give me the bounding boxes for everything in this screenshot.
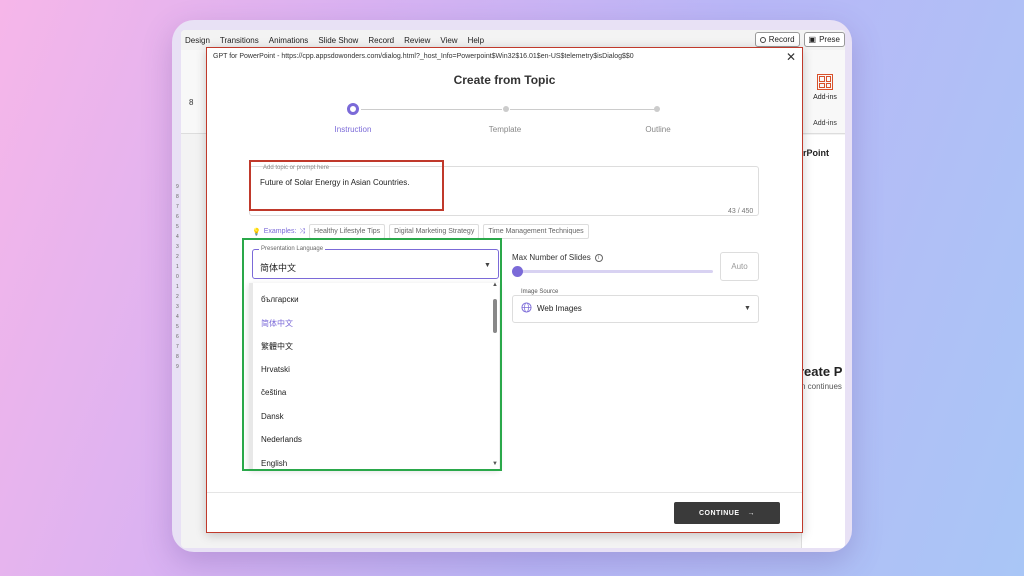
max-slides-label: Max Number of Slides i — [512, 253, 603, 262]
ruler-mark: 6 — [176, 214, 179, 220]
present-button-label: Prese — [819, 35, 840, 44]
step-connector — [510, 109, 658, 110]
ruler-mark: 4 — [176, 314, 179, 320]
examples-label-text: Examples: — [263, 228, 297, 235]
ruler-mark: 3 — [176, 244, 179, 250]
ruler-mark: 5 — [176, 324, 179, 330]
task-pane-continue-text: n continues — [801, 382, 842, 391]
ruler-mark: 9 — [176, 364, 179, 370]
image-source-label: Image Source — [519, 289, 561, 295]
step-instruction-indicator — [347, 103, 359, 115]
example-chip[interactable]: Healthy Lifestyle Tips — [309, 224, 386, 239]
language-highlight — [242, 238, 502, 471]
examples-row: 💡 Examples: ⤨ Healthy Lifestyle Tips Dig… — [252, 224, 589, 239]
ruler-mark: 1 — [176, 264, 179, 270]
addins-icon — [817, 74, 833, 90]
gpt-dialog: GPT for PowerPoint - https://cpp.appsdow… — [206, 47, 803, 533]
record-button[interactable]: Record — [754, 32, 800, 47]
max-slides-slider[interactable] — [517, 270, 713, 273]
step-connector — [361, 109, 502, 110]
ruler-mark: 2 — [176, 254, 179, 260]
ruler-mark: 6 — [176, 334, 179, 340]
menu-design[interactable]: Design — [181, 36, 215, 45]
example-chip[interactable]: Time Management Techniques — [483, 224, 589, 239]
ruler-mark: 7 — [176, 204, 179, 210]
chevron-down-icon: ▼ — [744, 305, 751, 312]
ruler-mark: 2 — [176, 294, 179, 300]
menu-help[interactable]: Help — [463, 36, 489, 45]
step-template-indicator — [503, 106, 509, 112]
menu-slide-show[interactable]: Slide Show — [313, 36, 363, 45]
lightbulb-icon: 💡 — [252, 228, 261, 236]
max-slides-auto-field[interactable]: Auto — [720, 252, 759, 281]
ruler-mark: 4 — [176, 234, 179, 240]
footer-divider — [207, 492, 802, 493]
addins-group-label: Add-ins — [813, 120, 837, 127]
step-outline-indicator — [654, 106, 660, 112]
topic-char-counter: 43 / 450 — [728, 208, 754, 215]
ruler-mark: 0 — [176, 274, 179, 280]
ruler-mark: 8 — [176, 354, 179, 360]
image-source-value: Web Images — [537, 304, 582, 313]
step-instruction-label[interactable]: Instruction — [313, 125, 393, 134]
continue-button[interactable]: CONTINUE → — [674, 502, 780, 524]
continue-button-label: CONTINUE — [698, 509, 740, 517]
step-outline-label[interactable]: Outline — [618, 125, 698, 134]
dialog-heading: Create from Topic — [453, 73, 556, 87]
task-pane — [801, 135, 845, 548]
vertical-ruler: 9 8 7 6 5 4 3 2 1 0 1 2 3 4 5 6 7 8 9 — [176, 182, 186, 482]
ruler-mark: 9 — [176, 184, 179, 190]
addins-label: Add-ins — [813, 94, 837, 101]
shuffle-icon[interactable]: ⤨ — [299, 228, 305, 236]
stepper — [347, 102, 667, 116]
menu-transitions[interactable]: Transitions — [215, 36, 264, 45]
close-icon[interactable]: ✕ — [786, 50, 796, 64]
present-icon: ▣ — [808, 35, 817, 44]
ruler-mark: 3 — [176, 304, 179, 310]
max-slides-label-text: Max Number of Slides — [512, 253, 591, 262]
example-chip[interactable]: Digital Marketing Strategy — [389, 224, 480, 239]
ribbon-number: 8 — [189, 98, 194, 107]
present-button[interactable]: ▣ Prese — [803, 32, 845, 47]
ruler-mark: 5 — [176, 224, 179, 230]
menu-record[interactable]: Record — [363, 36, 399, 45]
ruler-mark: 1 — [176, 284, 179, 290]
ruler-mark: 8 — [176, 194, 179, 200]
topic-input-label: Add topic or prompt here — [263, 165, 330, 171]
menu-view[interactable]: View — [435, 36, 462, 45]
info-icon[interactable]: i — [594, 253, 603, 262]
menu-animations[interactable]: Animations — [264, 36, 314, 45]
addins-button[interactable]: Add-ins — [807, 74, 843, 101]
topic-input-value[interactable]: Future of Solar Energy in Asian Countrie… — [260, 178, 409, 187]
examples-label: 💡 Examples: ⤨ — [252, 228, 305, 236]
arrow-right-icon: → — [747, 509, 756, 517]
menu-review[interactable]: Review — [399, 36, 435, 45]
ruler-mark: 7 — [176, 344, 179, 350]
dialog-title-bar: GPT for PowerPoint - https://cpp.appsdow… — [213, 53, 634, 60]
task-pane-create-text: reate P — [799, 364, 843, 379]
record-button-label: Record — [768, 35, 795, 44]
slider-thumb[interactable] — [512, 266, 523, 277]
step-template-label[interactable]: Template — [465, 125, 545, 134]
record-icon — [759, 36, 766, 43]
globe-icon — [521, 302, 532, 313]
